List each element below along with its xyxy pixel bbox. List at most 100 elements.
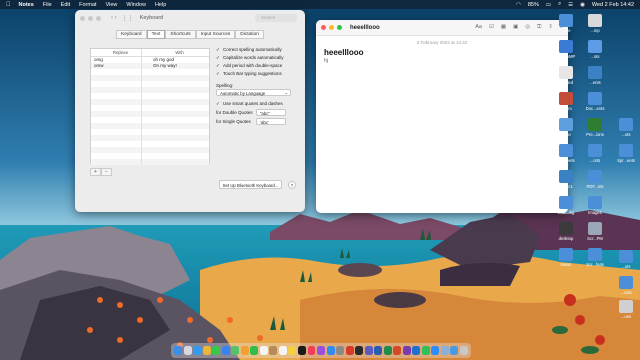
apple-menu-icon[interactable]:  (6, 2, 11, 8)
desktop-icon[interactable]: Pre...ions (580, 118, 610, 137)
maps-icon[interactable] (231, 345, 240, 356)
close-button[interactable] (321, 25, 326, 30)
app-store-icon[interactable] (326, 345, 335, 356)
reminders-icon[interactable] (278, 345, 287, 356)
pdf-reader-icon[interactable] (345, 345, 354, 356)
outlook-icon[interactable] (412, 345, 421, 356)
desktop-icon[interactable]: Cab...ing (551, 196, 581, 215)
battery-icon[interactable]: ▭ (546, 2, 551, 8)
podcasts-icon[interactable] (317, 345, 325, 356)
whatsapp-icon[interactable] (421, 345, 430, 356)
show-all-icon[interactable]: ⋮⋮ (122, 15, 134, 22)
calendar-icon[interactable] (259, 345, 268, 356)
media-icon[interactable]: ▣ (513, 24, 518, 31)
option-touch-bar[interactable]: ✓ Touch Bar typing suggestions (216, 70, 301, 78)
setup-bluetooth-keyboard-button[interactable]: Set Up Bluetooth Keyboard... (219, 180, 282, 189)
terminal-icon[interactable] (355, 345, 364, 356)
teams-icon[interactable] (364, 345, 373, 356)
menu-format[interactable]: Format (79, 2, 96, 8)
minimize-button[interactable] (329, 25, 334, 30)
menu-view[interactable]: View (106, 2, 118, 8)
downloads-icon[interactable] (450, 345, 459, 356)
preview-icon[interactable] (440, 345, 449, 356)
zoom-button[interactable] (337, 25, 342, 30)
finder-icon[interactable] (174, 345, 182, 356)
checklist-icon[interactable]: ☑ (489, 24, 494, 31)
desktop-icon[interactable]: Scr...huts (580, 248, 610, 267)
spelling-select[interactable]: Automatic by Language (216, 89, 291, 96)
menu-help[interactable]: Help (155, 2, 166, 8)
option-smart-quotes[interactable]: ✓ Use smart quotes and dashes (216, 100, 301, 108)
safari-icon[interactable] (193, 345, 202, 356)
desktop-icon[interactable]: desktop (551, 222, 581, 241)
desktop-icon[interactable]: ...ule (551, 14, 581, 33)
collaborate-icon[interactable]: ◎ (525, 24, 530, 31)
option-capitalize-words[interactable]: ✓ Capitalize words automatically (216, 54, 301, 62)
menu-file[interactable]: File (43, 2, 52, 8)
facetime-icon[interactable] (250, 345, 259, 356)
desktop-icon[interactable]: BO...AMP (551, 40, 581, 59)
option-correct-spelling[interactable]: ✓ Correct spelling automatically (216, 46, 301, 54)
tv-icon[interactable] (297, 345, 306, 356)
option-add-period[interactable]: ✓ Add period with double-space (216, 62, 301, 70)
checkbox-checked-icon[interactable]: ✓ (216, 47, 220, 52)
checkbox-checked-icon[interactable]: ✓ (216, 101, 220, 106)
music-icon[interactable] (307, 345, 316, 356)
menu-edit[interactable]: Edit (61, 2, 70, 8)
add-replacement-button[interactable]: + (90, 168, 101, 176)
menu-window[interactable]: Window (126, 2, 146, 8)
tab-shortcuts[interactable]: Shortcuts (165, 30, 196, 39)
mail-icon[interactable] (221, 345, 230, 356)
zoom-icon[interactable] (431, 345, 440, 356)
system-preferences-icon[interactable] (336, 345, 345, 356)
desktop-icon[interactable]: ...ots (611, 118, 640, 137)
desktop-icon[interactable]: music1 (551, 170, 581, 189)
wifi-icon[interactable]: ◠ (516, 2, 521, 8)
single-quotes-select[interactable]: ‘abc’ (256, 118, 286, 125)
desktop-icon[interactable]: music (551, 248, 581, 267)
replacement-table[interactable]: Replace With omg oh my god omw On my way! (90, 48, 210, 165)
word-icon[interactable] (374, 345, 383, 356)
control-center-icon[interactable]: ☰ (568, 2, 573, 8)
desktop-icon[interactable]: ...cuts (611, 276, 640, 295)
back-forward-icon[interactable]: ‹ › (111, 15, 117, 21)
contacts-icon[interactable] (269, 345, 278, 356)
tab-text[interactable]: Text (146, 30, 166, 39)
desktop-icon[interactable]: Scr...eets (551, 144, 581, 163)
onenote-icon[interactable] (402, 345, 411, 356)
desktop-icon[interactable]: ...ots (580, 40, 610, 59)
desktop-icon[interactable]: PDF...nts (580, 170, 610, 189)
with-column-header[interactable]: With (150, 49, 209, 56)
menu-app-name[interactable]: Notes (19, 2, 34, 8)
double-quotes-select[interactable]: “abc” (256, 109, 286, 116)
table-icon[interactable]: ▦ (501, 24, 506, 31)
table-row[interactable] (91, 159, 209, 165)
checkbox-checked-icon[interactable]: ✓ (216, 55, 220, 60)
chrome-icon[interactable] (202, 345, 211, 356)
checkbox-checked-icon[interactable]: ✓ (216, 63, 220, 68)
desktop-icon[interactable]: Untitled (551, 66, 581, 85)
note-body-line[interactable]: hj (324, 58, 568, 64)
checkbox-checked-icon[interactable]: ✓ (216, 71, 220, 76)
desktop-icon[interactable]: Images (580, 196, 610, 215)
desktop-icon[interactable]: ...intro (551, 92, 581, 111)
desktop-icon[interactable]: ...roo (551, 118, 581, 137)
desktop-icon[interactable]: ...orts (580, 144, 610, 163)
tab-dictation[interactable]: Dictation (235, 30, 264, 39)
powerpoint-icon[interactable] (393, 345, 402, 356)
desktop-icon[interactable]: Spr...eets (611, 144, 640, 163)
trash-icon[interactable] (460, 345, 468, 356)
help-button[interactable]: ? (288, 181, 296, 189)
close-button[interactable] (80, 15, 85, 21)
messages-icon[interactable] (212, 345, 221, 356)
desktop-icon[interactable]: ...ents (580, 66, 610, 85)
lock-icon[interactable]: ⚿ (537, 24, 541, 31)
clock[interactable]: Wed 2 Feb 14:42 (592, 2, 634, 8)
desktop-icon[interactable]: Doc...ents (580, 92, 610, 111)
remove-replacement-button[interactable]: − (100, 168, 112, 176)
search-field[interactable]: Search (255, 14, 297, 22)
desktop-icon[interactable]: ...uts (611, 250, 640, 269)
desktop-icon[interactable]: ...ues (611, 300, 640, 319)
launchpad-icon[interactable] (183, 345, 192, 356)
search-icon[interactable]: ⌕ (558, 1, 561, 8)
